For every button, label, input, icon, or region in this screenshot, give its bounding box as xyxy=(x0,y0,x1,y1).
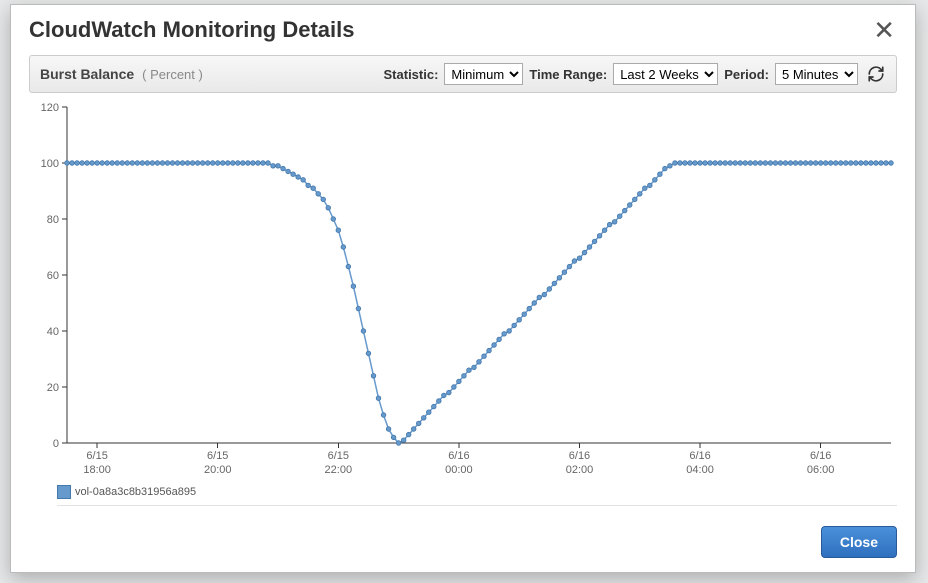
svg-text:6/16: 6/16 xyxy=(689,450,710,462)
svg-text:6/16: 6/16 xyxy=(569,450,590,462)
svg-text:6/15: 6/15 xyxy=(86,450,107,462)
svg-text:100: 100 xyxy=(41,158,59,170)
svg-text:6/16: 6/16 xyxy=(448,450,469,462)
svg-text:6/16: 6/16 xyxy=(810,450,831,462)
svg-text:20:00: 20:00 xyxy=(204,464,232,476)
svg-text:06:00: 06:00 xyxy=(807,464,835,476)
time-range-label: Time Range: xyxy=(529,67,607,82)
svg-text:20: 20 xyxy=(47,382,59,394)
dialog-title: CloudWatch Monitoring Details xyxy=(29,17,355,43)
period-select[interactable]: 5 Minutes xyxy=(775,63,858,85)
chart-legend: vol-0a8a3c8b31956a895 xyxy=(57,481,897,506)
dialog-footer: Close xyxy=(11,516,915,572)
svg-text:02:00: 02:00 xyxy=(566,464,594,476)
svg-text:6/15: 6/15 xyxy=(328,450,349,462)
svg-text:6/15: 6/15 xyxy=(207,450,228,462)
svg-text:00:00: 00:00 xyxy=(445,464,473,476)
time-range-select[interactable]: Last 2 Weeks xyxy=(613,63,718,85)
statistic-select[interactable]: Minimum xyxy=(444,63,523,85)
monitoring-dialog: CloudWatch Monitoring Details ✕ Burst Ba… xyxy=(10,4,916,573)
svg-text:60: 60 xyxy=(47,270,59,282)
svg-text:22:00: 22:00 xyxy=(325,464,353,476)
controls-bar: Burst Balance ( Percent ) Statistic: Min… xyxy=(29,55,897,93)
burst-balance-chart: 0 20 40 60 80 100 120 6/15 18:00 6/15 20:00 6/15 22:… xyxy=(29,99,897,481)
svg-text:120: 120 xyxy=(41,102,59,114)
svg-text:18:00: 18:00 xyxy=(83,464,111,476)
close-button[interactable]: Close xyxy=(821,526,897,558)
metric-unit: ( Percent ) xyxy=(142,67,203,82)
chart-area: 0 20 40 60 80 100 120 6/15 18:00 6/15 20:00 6/15 22:… xyxy=(29,99,897,481)
svg-text:0: 0 xyxy=(53,438,59,450)
statistic-label: Statistic: xyxy=(384,67,439,82)
svg-text:80: 80 xyxy=(47,214,59,226)
svg-text:40: 40 xyxy=(47,326,59,338)
refresh-icon[interactable] xyxy=(866,64,886,84)
legend-swatch xyxy=(57,485,71,499)
dialog-header: CloudWatch Monitoring Details ✕ xyxy=(11,5,915,51)
period-label: Period: xyxy=(724,67,769,82)
svg-text:04:00: 04:00 xyxy=(686,464,714,476)
legend-series-name: vol-0a8a3c8b31956a895 xyxy=(75,486,196,498)
close-icon[interactable]: ✕ xyxy=(871,19,897,41)
metric-name: Burst Balance xyxy=(40,66,134,82)
